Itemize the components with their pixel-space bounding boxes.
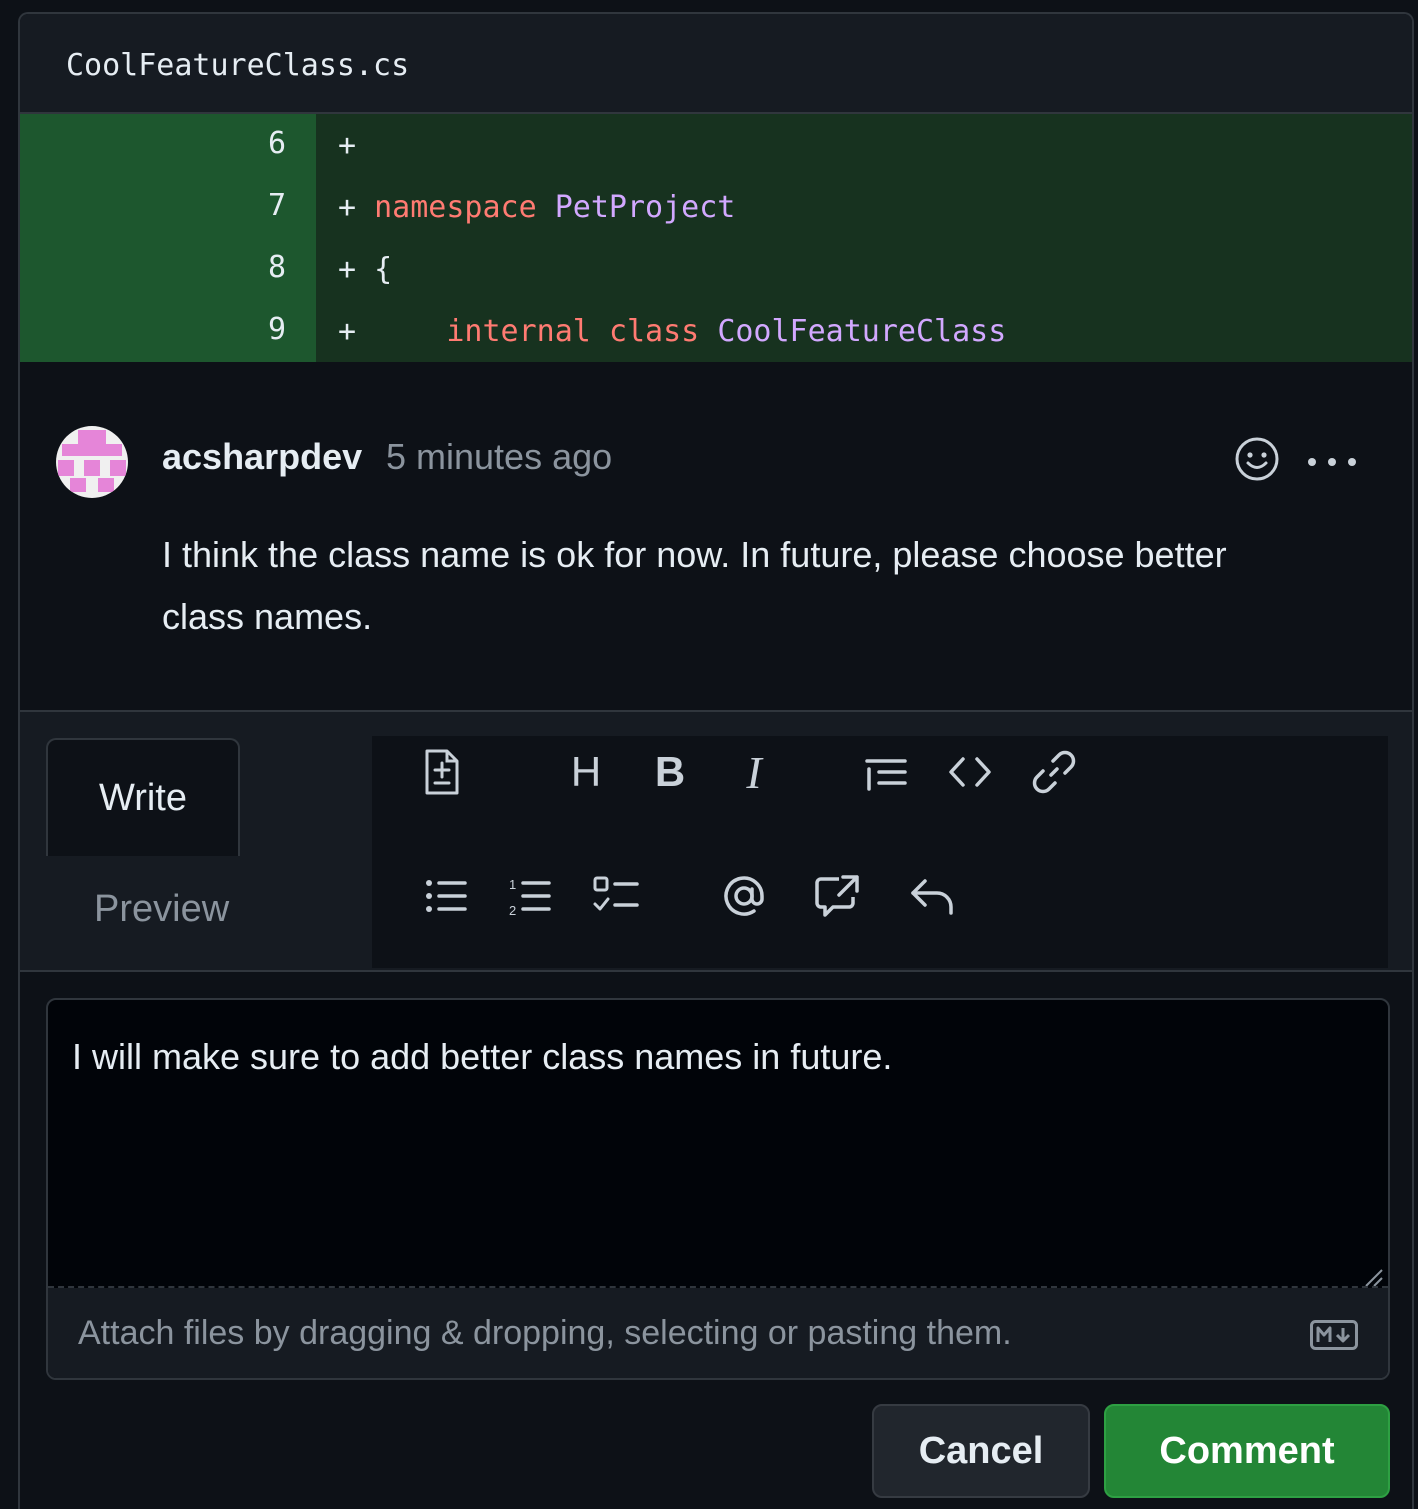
italic-icon[interactable]: I (728, 746, 780, 798)
comment-timestamp[interactable]: 5 minutes ago (386, 436, 612, 478)
file-attachment-bar[interactable]: Attach files by dragging & dropping, sel… (48, 1288, 1388, 1378)
tasklist-icon[interactable] (590, 870, 642, 922)
diff-line: 7 + namespace PetProject (20, 176, 1412, 238)
code-line: + { (338, 252, 392, 287)
diff-line: 9 + internal class CoolFeatureClass (20, 300, 1412, 362)
line-number[interactable]: 9 (268, 312, 286, 347)
comment-button[interactable]: Comment (1104, 1404, 1390, 1498)
tab-preview[interactable]: Preview (94, 888, 229, 931)
comment-textarea[interactable]: I will make sure to add better class nam… (72, 1036, 892, 1078)
code-cell: + internal class CoolFeatureClass (316, 300, 1412, 362)
comment-input-box: I will make sure to add better class nam… (46, 998, 1390, 1380)
heading-icon[interactable]: H (560, 746, 612, 798)
svg-text:1: 1 (509, 877, 516, 892)
line-number-gutter: 7 (20, 176, 316, 238)
code-line: + namespace PetProject (338, 190, 735, 225)
markdown-toolbar: H B I 12 (372, 736, 1388, 968)
quote-icon[interactable] (860, 746, 912, 798)
link-icon[interactable] (1028, 746, 1080, 798)
attach-files-hint[interactable]: Attach files by dragging & dropping, sel… (78, 1314, 1012, 1353)
diff-hunk: 6 + 7 + namespace PetProject 8 + { 9 + i… (20, 114, 1412, 364)
line-number[interactable]: 6 (268, 126, 286, 161)
editor-header: Write Preview H B I 12 (20, 710, 1412, 972)
diff-line: 6 + (20, 114, 1412, 176)
identifier-token: PetProject (554, 190, 736, 225)
keyword-token: namespace (374, 190, 537, 225)
markdown-icon[interactable] (1310, 1320, 1358, 1350)
comment-author[interactable]: acsharpdev (162, 436, 362, 478)
reply-icon[interactable] (906, 870, 958, 922)
code-cell: + { (316, 238, 1412, 300)
bold-icon[interactable]: B (644, 746, 696, 798)
avatar[interactable] (56, 426, 128, 498)
mention-icon[interactable] (718, 870, 770, 922)
kebab-horizontal-icon[interactable] (1306, 456, 1358, 468)
cross-reference-icon[interactable] (812, 870, 864, 922)
line-number-gutter: 6 (20, 114, 316, 176)
diff-marker: + (338, 252, 357, 287)
diff-marker: + (338, 314, 357, 349)
line-number-gutter: 9 (20, 300, 316, 362)
code-line: + (338, 128, 356, 163)
keyword-token: class (608, 314, 700, 349)
keyword-token: internal (446, 314, 591, 349)
plain-token: { (374, 252, 393, 287)
review-thread-panel: CoolFeatureClass.cs 6 + 7 + namespace Pe… (18, 12, 1414, 1509)
file-header: CoolFeatureClass.cs (20, 14, 1412, 114)
svg-text:2: 2 (509, 903, 516, 918)
comment-body: I think the class name is ok for now. In… (162, 534, 1227, 637)
smiley-icon[interactable] (1234, 436, 1280, 482)
code-line: + internal class CoolFeatureClass (338, 314, 1006, 349)
cancel-button[interactable]: Cancel (872, 1404, 1090, 1498)
identifier-token: CoolFeatureClass (717, 314, 1007, 349)
code-cell: + (316, 114, 1412, 176)
file-add-icon[interactable] (416, 746, 468, 798)
ordered-list-icon[interactable]: 12 (504, 870, 556, 922)
code-cell: + namespace PetProject (316, 176, 1412, 238)
review-comment: acsharpdev 5 minutes ago I think the cla… (20, 364, 1412, 710)
line-number[interactable]: 7 (268, 188, 286, 223)
line-number[interactable]: 8 (268, 250, 286, 285)
diff-line: 8 + { (20, 238, 1412, 300)
unordered-list-icon[interactable] (420, 870, 472, 922)
code-icon[interactable] (944, 746, 996, 798)
file-name[interactable]: CoolFeatureClass.cs (66, 48, 409, 83)
resize-handle-icon[interactable] (1362, 1266, 1384, 1288)
tab-write[interactable]: Write (46, 738, 240, 856)
diff-marker: + (338, 190, 357, 225)
diff-marker: + (338, 128, 357, 163)
line-number-gutter: 8 (20, 238, 316, 300)
